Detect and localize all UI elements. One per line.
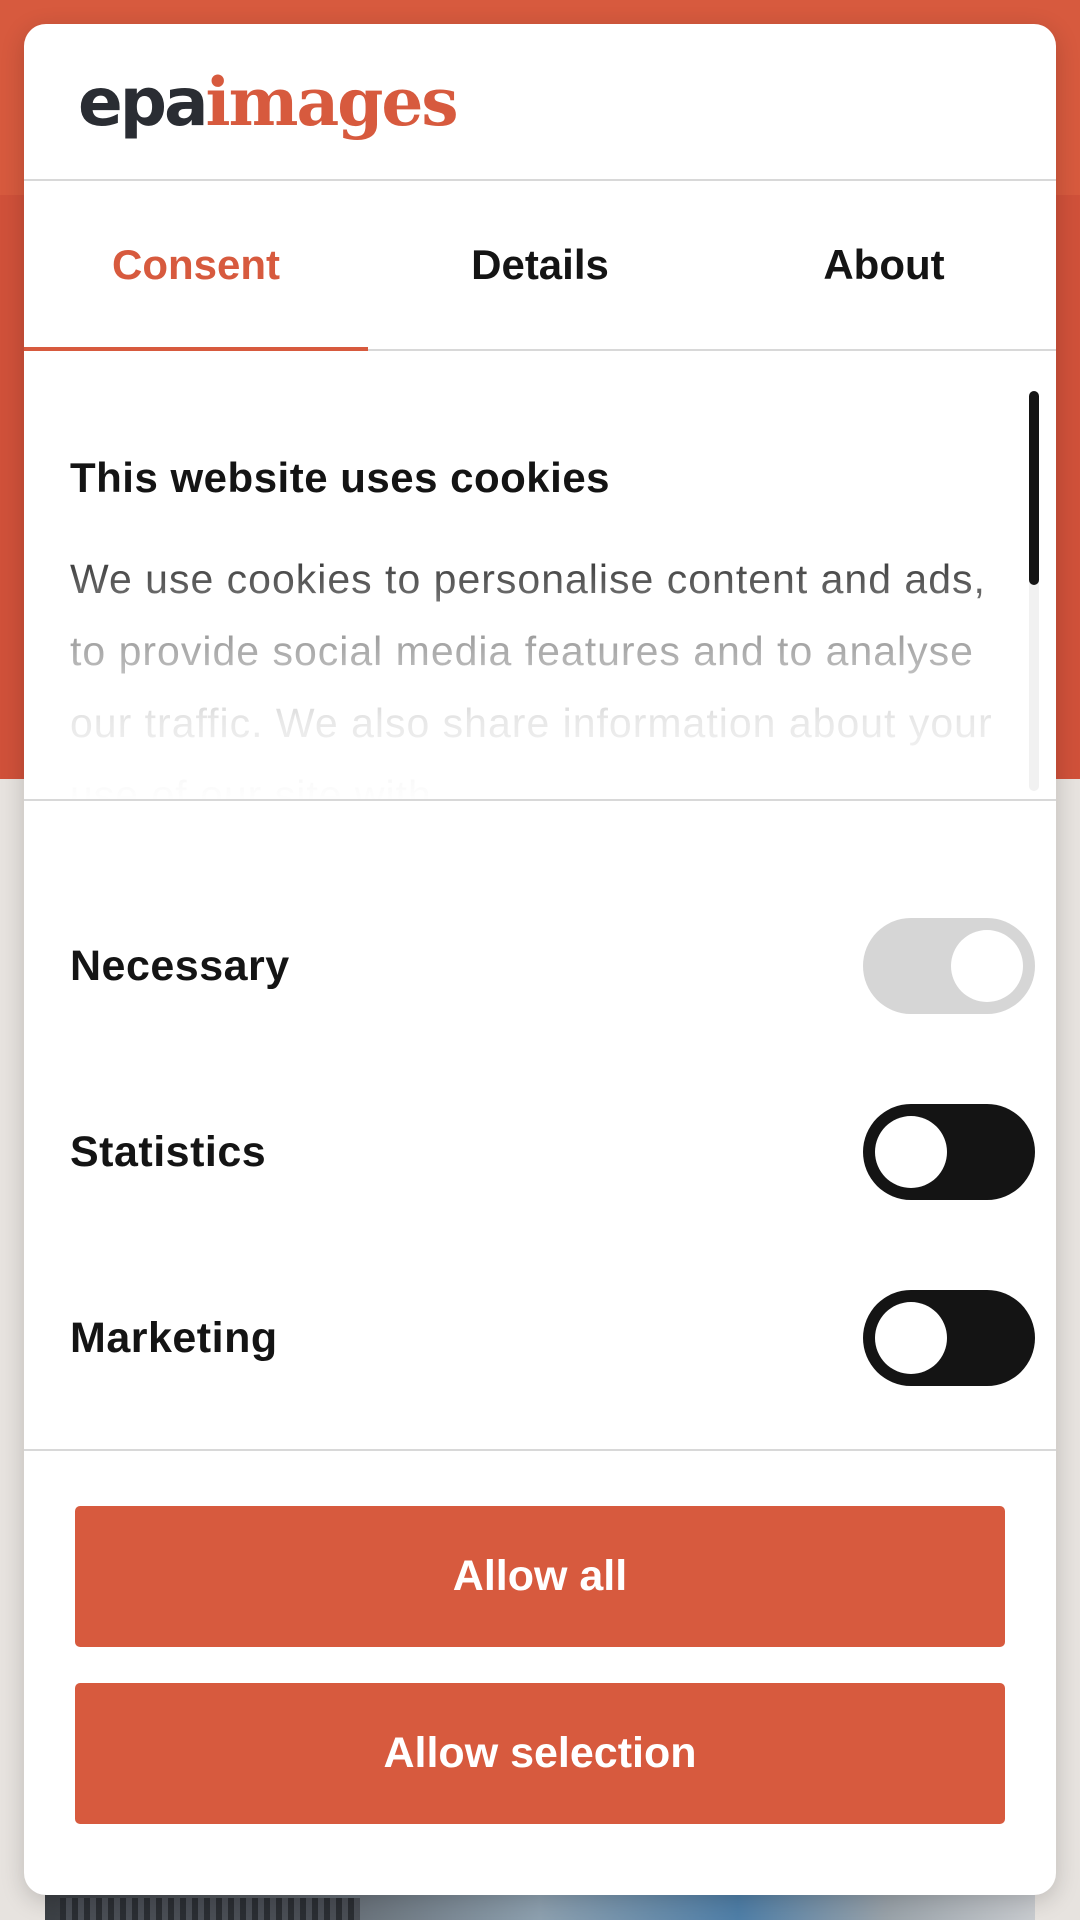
- epa-images-logo: epa images: [78, 62, 459, 142]
- dialog-header: epa images: [24, 24, 1056, 181]
- background-photo-roof: [60, 1898, 360, 1920]
- cookie-consent-dialog: epa images Consent Details About This we…: [24, 24, 1056, 1895]
- allow-selection-button[interactable]: Allow selection: [75, 1683, 1005, 1824]
- toggle-row-statistics: Statistics: [70, 1104, 1035, 1200]
- allow-all-button[interactable]: Allow all: [75, 1506, 1005, 1647]
- tab-consent[interactable]: Consent: [24, 181, 368, 351]
- consent-content: This website uses cookies We use cookies…: [70, 451, 1020, 801]
- consent-content-panel[interactable]: This website uses cookies We use cookies…: [24, 351, 1056, 801]
- necessary-toggle[interactable]: [863, 918, 1035, 1014]
- consent-toggles: Necessary Statistics Marketing: [24, 801, 1056, 1451]
- logo-epa-text: epa: [78, 64, 209, 141]
- toggle-row-necessary: Necessary: [70, 918, 1035, 1014]
- consent-tabs: Consent Details About: [24, 181, 1056, 351]
- content-description: We use cookies to personalise content an…: [70, 556, 993, 801]
- statistics-toggle[interactable]: [863, 1104, 1035, 1200]
- content-title: This website uses cookies: [70, 454, 611, 501]
- toggle-knob: [875, 1116, 947, 1188]
- statistics-label: Statistics: [70, 1127, 267, 1176]
- toggle-knob: [951, 930, 1023, 1002]
- tab-details[interactable]: Details: [368, 181, 712, 349]
- tab-about[interactable]: About: [712, 181, 1056, 349]
- logo-images-text: images: [205, 63, 459, 141]
- necessary-label: Necessary: [70, 941, 290, 990]
- marketing-label: Marketing: [70, 1313, 278, 1362]
- toggle-row-marketing: Marketing: [70, 1290, 1035, 1386]
- toggle-knob: [875, 1302, 947, 1374]
- scrollbar-thumb[interactable]: [1029, 391, 1039, 585]
- marketing-toggle[interactable]: [863, 1290, 1035, 1386]
